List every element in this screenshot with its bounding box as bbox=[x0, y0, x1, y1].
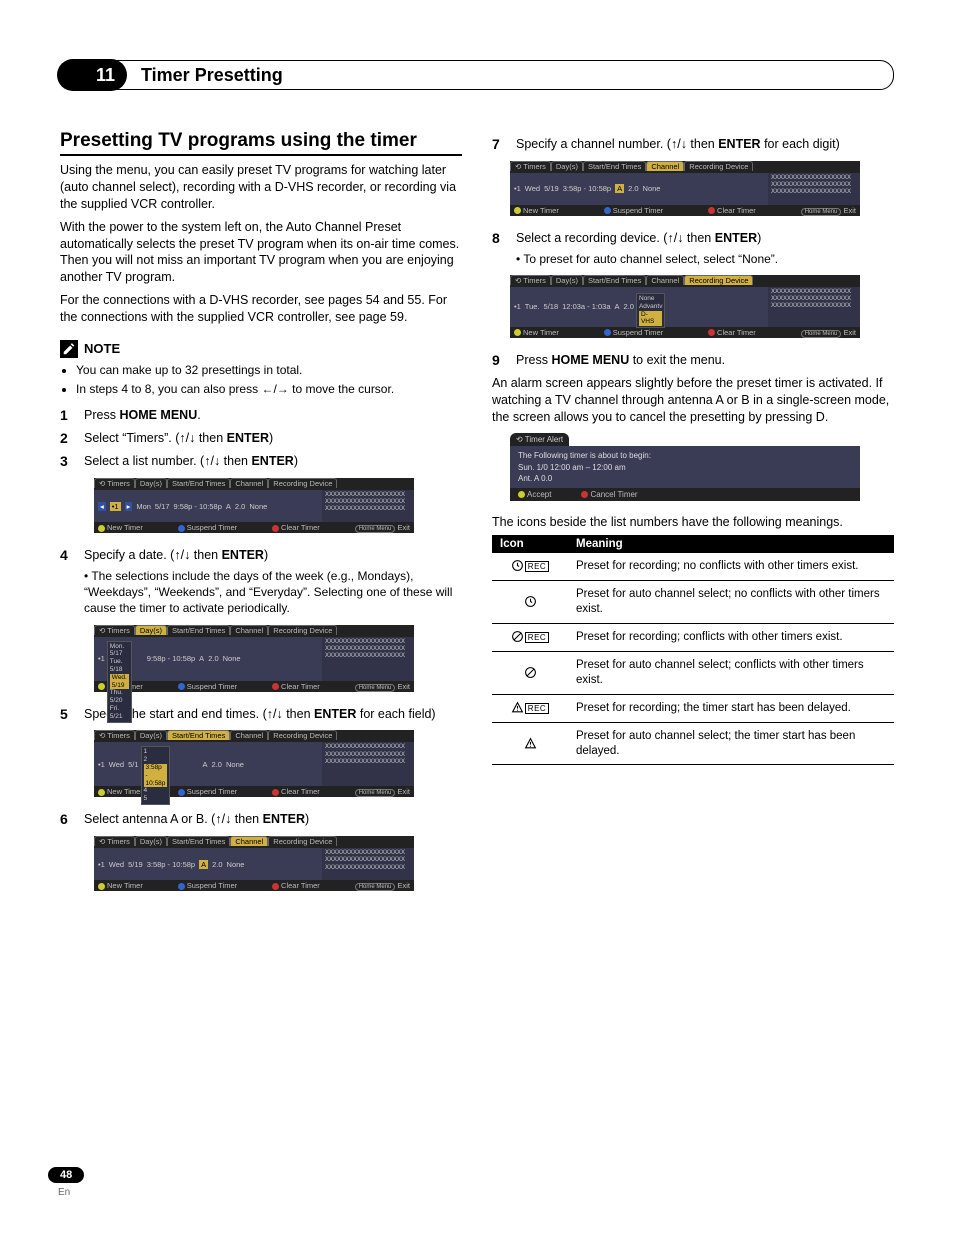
rec-badge: REC bbox=[525, 561, 549, 572]
note-list: You can make up to 32 presettings in tot… bbox=[60, 362, 462, 398]
clock-icon bbox=[511, 559, 524, 572]
clock-slash-icon bbox=[524, 666, 537, 679]
pencil-icon bbox=[60, 340, 78, 358]
step-2: 2 Select “Timers”. (↑/↓ then ENTER) bbox=[60, 430, 462, 447]
step-number: 3 bbox=[60, 453, 74, 469]
section-title: Presetting TV programs using the timer bbox=[60, 130, 462, 156]
table-row: REC Preset for recording; no conflicts w… bbox=[492, 553, 894, 580]
table-row: Preset for auto channel select; the time… bbox=[492, 722, 894, 765]
osd-step4: ⟲ Timers Day(s) Start/End Times Channel … bbox=[94, 625, 414, 692]
osd-step3: ⟲ Timers Day(s) Start/End Times Channel … bbox=[94, 478, 414, 533]
chapter-header: 11 Timer Presetting bbox=[60, 60, 894, 90]
step-number: 5 bbox=[60, 706, 74, 722]
chapter-title: Timer Presetting bbox=[141, 65, 283, 86]
step-number: 4 bbox=[60, 547, 74, 563]
note-item: You can make up to 32 presettings in tot… bbox=[76, 362, 462, 379]
table-row: Preset for auto channel select; conflict… bbox=[492, 651, 894, 694]
step-number: 1 bbox=[60, 407, 74, 423]
step-8: 8 Select a recording device. (↑/↓ then E… bbox=[492, 230, 894, 247]
step-number: 2 bbox=[60, 430, 74, 446]
step-4-sub: • The selections include the days of the… bbox=[84, 568, 462, 617]
step-number: 8 bbox=[492, 230, 506, 246]
note-label: NOTE bbox=[84, 341, 120, 356]
clock-icon bbox=[524, 595, 537, 608]
rec-badge: REC bbox=[525, 632, 549, 643]
step-number: 6 bbox=[60, 811, 74, 827]
note-item: In steps 4 to 8, you can also press ←/→ … bbox=[76, 381, 462, 398]
step-6: 6 Select antenna A or B. (↑/↓ then ENTER… bbox=[60, 811, 462, 828]
osd-step5: ⟲ Timers Day(s) Start/End Times Channel … bbox=[94, 730, 414, 797]
col-icon: Icon bbox=[492, 535, 568, 553]
step-7: 7 Specify a channel number. (↑/↓ then EN… bbox=[492, 136, 894, 153]
table-row: Preset for auto channel select; no confl… bbox=[492, 580, 894, 623]
osd-step7: ⟲ Timers Day(s) Start/End Times Channel … bbox=[510, 161, 860, 216]
meanings-intro: The icons beside the list numbers have t… bbox=[492, 515, 894, 529]
intro-p3: For the connections with a D-VHS recorde… bbox=[60, 292, 462, 326]
osd-timer-alert: ⟲ Timer Alert The Following timer is abo… bbox=[510, 433, 860, 501]
intro-p2: With the power to the system left on, th… bbox=[60, 219, 462, 287]
step-1: 1 Press HOME MENU. bbox=[60, 407, 462, 424]
intro-p1: Using the menu, you can easily preset TV… bbox=[60, 162, 462, 213]
table-row: REC Preset for recording; conflicts with… bbox=[492, 623, 894, 651]
col-meaning: Meaning bbox=[568, 535, 894, 553]
rec-badge: REC bbox=[525, 703, 549, 714]
clock-warning-icon bbox=[511, 701, 524, 714]
osd-step6: ⟲ Timers Day(s) Start/End Times Channel … bbox=[94, 836, 414, 891]
page-number: 48 En bbox=[48, 1167, 84, 1198]
note-header: NOTE bbox=[60, 340, 462, 358]
icon-meanings-table: Icon Meaning REC Preset for recording; n… bbox=[492, 535, 894, 765]
chapter-number: 11 bbox=[57, 59, 127, 91]
step-9: 9 Press HOME MENU to exit the menu. bbox=[492, 352, 894, 369]
step-4: 4 Specify a date. (↑/↓ then ENTER) bbox=[60, 547, 462, 564]
clock-warning-icon bbox=[524, 737, 537, 750]
step-number: 9 bbox=[492, 352, 506, 368]
osd-step8: ⟲ Timers Day(s) Start/End Times Channel … bbox=[510, 275, 860, 338]
step-8-sub: • To preset for auto channel select, sel… bbox=[516, 251, 894, 267]
after-step9: An alarm screen appears slightly before … bbox=[492, 375, 894, 426]
table-row: REC Preset for recording; the timer star… bbox=[492, 694, 894, 722]
step-3: 3 Select a list number. (↑/↓ then ENTER) bbox=[60, 453, 462, 470]
step-number: 7 bbox=[492, 136, 506, 152]
clock-slash-icon bbox=[511, 630, 524, 643]
